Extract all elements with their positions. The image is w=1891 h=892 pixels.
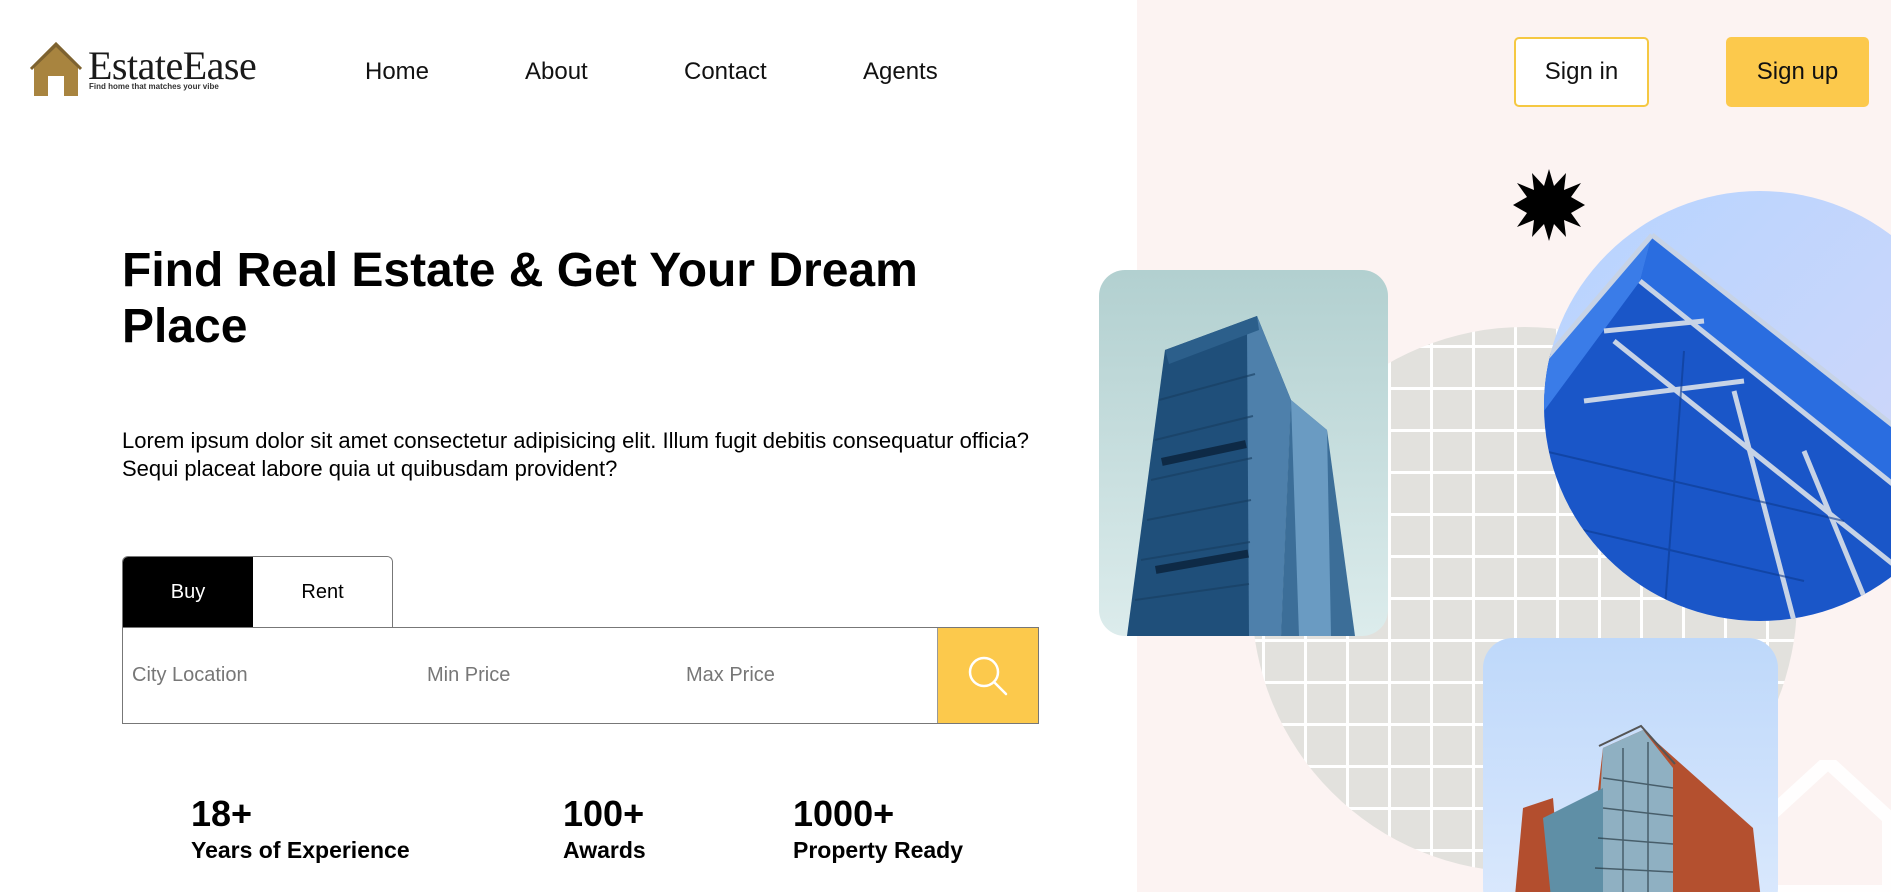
hero-title: Find Real Estate & Get Your Dream Place — [122, 244, 918, 353]
city-location-input[interactable] — [132, 628, 412, 723]
nav-home[interactable]: Home — [365, 58, 429, 86]
skyscraper-image — [1099, 270, 1388, 636]
stat-experience: 18+ Years of Experience — [191, 795, 410, 865]
brand-tagline: Find home that matches your vibe — [89, 82, 219, 91]
stat-number: 18+ — [191, 793, 253, 834]
search-tabs: Buy Rent — [122, 556, 393, 627]
search-button[interactable] — [937, 628, 1038, 723]
stat-awards: 100+ Awards — [563, 795, 646, 865]
max-price-input[interactable] — [686, 628, 926, 723]
house-outline-decoration — [1765, 760, 1891, 892]
stat-property-ready: 1000+ Property Ready — [793, 795, 963, 865]
nav-contact[interactable]: Contact — [684, 58, 767, 86]
stat-number: 1000+ — [793, 793, 895, 834]
starburst-icon — [1513, 169, 1585, 241]
stat-label: Property Ready — [793, 837, 964, 863]
stat-label: Years of Experience — [191, 837, 410, 863]
nav-agents[interactable]: Agents — [863, 58, 938, 86]
search-bar — [122, 627, 1039, 724]
brick-building-image — [1483, 638, 1778, 892]
stat-label: Awards — [563, 837, 646, 863]
hero-description: Lorem ipsum dolor sit amet consectetur a… — [122, 428, 1029, 481]
stat-number: 100+ — [563, 793, 645, 834]
house-logo-icon — [30, 42, 82, 96]
nav-about[interactable]: About — [525, 58, 588, 86]
tab-buy[interactable]: Buy — [123, 557, 254, 627]
search-icon — [968, 656, 1008, 695]
sign-up-button[interactable]: Sign up — [1726, 37, 1869, 107]
tab-rent[interactable]: Rent — [253, 557, 392, 627]
min-price-input[interactable] — [427, 628, 667, 723]
logo[interactable]: EstateEase Find home that matches your v… — [28, 40, 278, 100]
sign-in-button[interactable]: Sign in — [1514, 37, 1649, 107]
